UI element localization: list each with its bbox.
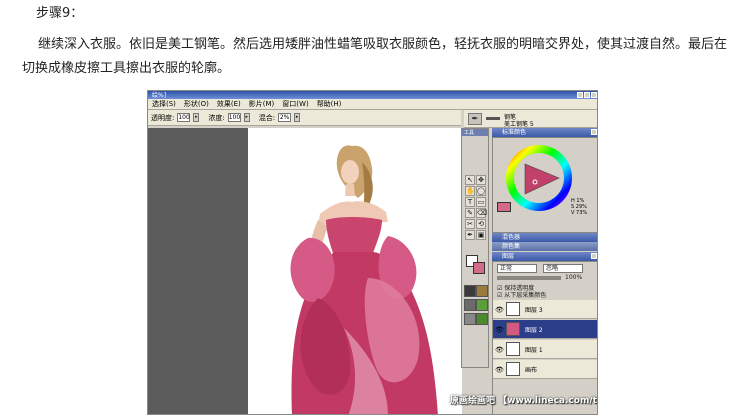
options-bar: 透明度: 100 ▸ 浓度: 100 ▸ 混合: 2% ▸ (148, 110, 461, 126)
gradient-icon[interactable] (476, 285, 488, 297)
v-value: 73% (576, 210, 588, 216)
minimize-button[interactable] (577, 92, 583, 98)
current-color-swatch[interactable] (497, 202, 511, 212)
blend-label: 混合: (258, 113, 276, 122)
layers-panel: 正常 忽略 100% ☑ 保持透明度 ☑ 从下层采集颜色 👁 图层 3 👁 图层… (492, 261, 597, 414)
blend-mode-select[interactable]: 正常 (497, 264, 537, 273)
rotate-tool-icon[interactable]: ⟲ (476, 219, 486, 229)
color-sets-title: 颜色集 (502, 243, 521, 250)
pick-underlying-label: 从下层采集颜色 (504, 292, 547, 299)
color-panel-title: 标准颜色 (502, 129, 527, 136)
blend-arrow-icon[interactable]: ▸ (294, 113, 301, 122)
pick-underlying-option[interactable]: ☑ 从下层采集颜色 (497, 290, 546, 299)
look-icon[interactable] (476, 313, 488, 325)
pen-tool-icon[interactable]: ✒ (465, 230, 475, 240)
layers-panel-header[interactable]: 图层 (492, 252, 597, 261)
menu-select[interactable]: 选择(S) (152, 99, 176, 109)
menu-bar: 选择(S) 形状(O) 效果(E) 影片(M) 窗口(W) 帮助(H) (148, 99, 597, 110)
brush-selector: ✒ 钢笔 美工钢笔 5 (464, 110, 597, 128)
layer-row-1[interactable]: 👁 图层 1 (493, 340, 597, 359)
layer-thumbnail (506, 362, 520, 376)
color-panel-header[interactable]: 标准颜色 (492, 128, 597, 137)
menu-shape[interactable]: 形状(O) (184, 99, 209, 109)
eye-icon[interactable]: 👁 (495, 326, 504, 334)
layer-thumbnail (506, 342, 520, 356)
layer-thumbnail (506, 302, 520, 316)
layer-name: 图层 2 (525, 327, 543, 334)
menu-window[interactable]: 窗口(W) (282, 99, 308, 109)
fill-tool-icon[interactable]: ▣ (476, 230, 486, 240)
rect-tool-icon[interactable]: ▭ (476, 197, 486, 207)
layer-name: 图层 3 (525, 307, 543, 314)
density-arrow-icon[interactable]: ▸ (243, 113, 250, 122)
brush-icon[interactable]: ✒ (468, 113, 482, 125)
eraser-tool-icon[interactable]: ⌫ (476, 208, 487, 218)
blend-field[interactable]: 2% (278, 113, 292, 122)
layers-panel-close-icon[interactable] (591, 253, 597, 259)
layer-opacity-value: 100% (565, 274, 583, 281)
opacity-label: 透明度: (151, 113, 175, 122)
window-titlebar: 绘%] (148, 91, 597, 99)
eye-icon[interactable]: 👁 (495, 306, 504, 314)
layer-thumbnail (506, 322, 520, 336)
oval-tool-icon[interactable]: ◯ (476, 186, 486, 196)
opacity-field[interactable]: 100 (177, 113, 191, 122)
document-canvas[interactable] (248, 128, 462, 414)
workspace-background (148, 128, 248, 414)
crop-tool-icon[interactable]: ✂ (465, 219, 475, 229)
brush-tool-icon[interactable]: ✎ (465, 208, 475, 218)
select-tool-icon[interactable]: ↖ (465, 175, 475, 185)
color-panel-close-icon[interactable] (591, 129, 597, 135)
density-field[interactable]: 100 (227, 113, 241, 122)
eye-icon[interactable]: 👁 (495, 366, 504, 374)
step-paragraph: 继续深入衣服。依旧是美工钢笔。然后选用矮胖油性蜡笔吸取衣服颜色，轻抚衣服的明暗交… (22, 37, 728, 76)
toolbox-title: 工具 (462, 129, 488, 136)
color-sets-header[interactable]: 颜色集 (492, 242, 597, 251)
menu-movie[interactable]: 影片(M) (249, 99, 275, 109)
maximize-button[interactable] (584, 92, 590, 98)
painter-screenshot: 绘%] 选择(S) 形状(O) 效果(E) 影片(M) 窗口(W) 帮助(H) … (147, 90, 598, 415)
pattern-icon[interactable] (464, 299, 476, 311)
brush-stroke-preview[interactable] (486, 117, 500, 120)
brush-variant[interactable]: 美工钢笔 5 (504, 119, 534, 128)
mixer-panel-header[interactable]: 混色器 (492, 233, 597, 242)
eye-icon[interactable]: 👁 (495, 346, 504, 354)
move-tool-icon[interactable]: ✥ (476, 175, 486, 185)
nozzle-icon[interactable] (464, 313, 476, 325)
toolbox-panel: 工具 ↖ ✥ ✋ ◯ T ▭ ✎ ⌫ ✂ ⟲ ✒ ▣ (461, 128, 489, 368)
layer-row-3[interactable]: 👁 图层 3 (493, 300, 597, 319)
composite-method-select[interactable]: 忽略 (543, 264, 583, 273)
window-controls (577, 92, 597, 98)
layer-row-2[interactable]: 👁 图层 2 (493, 320, 597, 339)
text-tool-icon[interactable]: T (465, 197, 475, 207)
layer-name: 图层 1 (525, 347, 543, 354)
paper-texture-icon[interactable] (464, 285, 476, 297)
density-label: 浓度: (208, 113, 225, 122)
v-label: V (571, 210, 575, 216)
menu-effects[interactable]: 效果(E) (217, 99, 241, 109)
painting-illustration (290, 145, 438, 414)
hsv-readout: H 1% S 29% V 73% (571, 198, 587, 216)
watermark: 原画绘画吧 【www.lineca.com/tieba/1797】 (450, 396, 597, 406)
color-panel: H 1% S 29% V 73% (492, 137, 597, 233)
close-button[interactable] (591, 92, 597, 98)
layers-panel-title: 图层 (502, 253, 515, 260)
opacity-arrow-icon[interactable]: ▸ (193, 113, 200, 122)
layer-row-canvas[interactable]: 👁 画布 (493, 360, 597, 379)
mixer-panel-title: 混色器 (502, 234, 521, 241)
menu-help[interactable]: 帮助(H) (317, 99, 342, 109)
weaving-icon[interactable] (476, 299, 488, 311)
opacity-slider[interactable] (497, 276, 561, 280)
background-color-swatch[interactable] (473, 262, 485, 274)
grabber-tool-icon[interactable]: ✋ (465, 186, 475, 196)
step-title: 步骤9： (36, 6, 84, 21)
window-title: 绘%] (152, 92, 167, 99)
layer-name: 画布 (525, 367, 538, 374)
